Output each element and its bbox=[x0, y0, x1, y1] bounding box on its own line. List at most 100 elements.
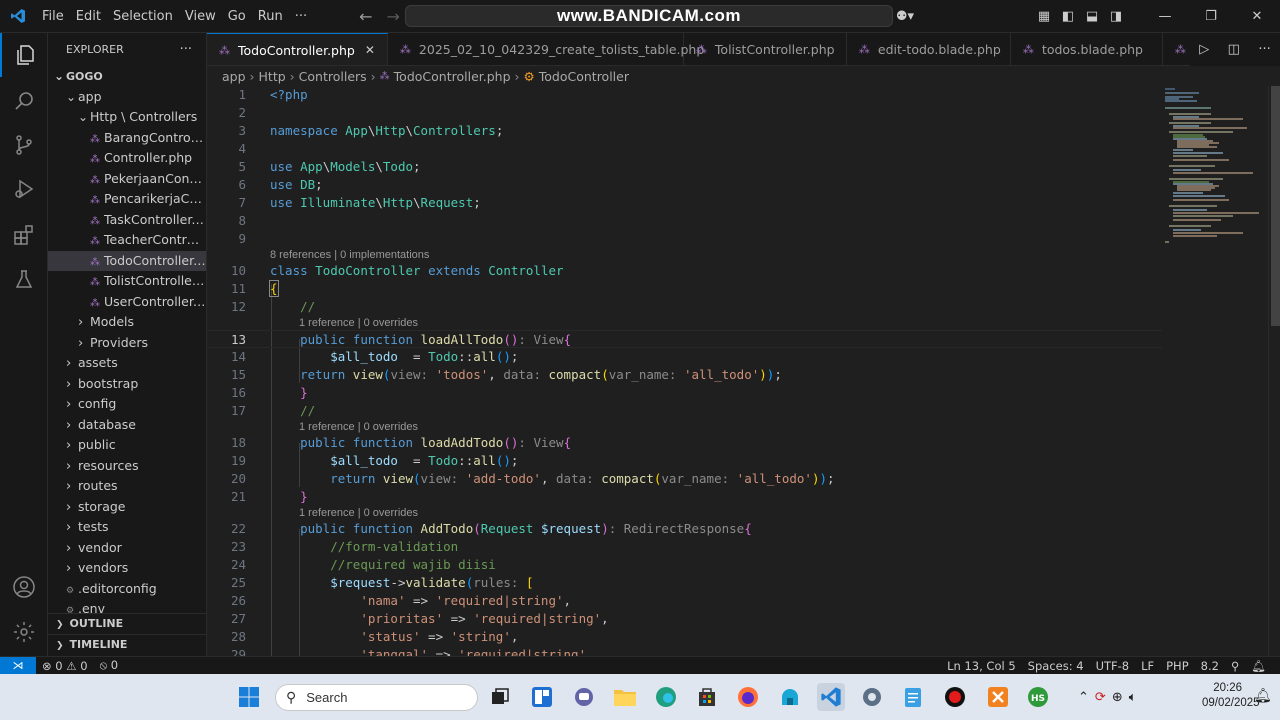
indentation[interactable]: Spaces: 4 bbox=[1022, 659, 1090, 673]
tree-folder-item[interactable]: › bootstrap bbox=[48, 374, 206, 395]
layout-customize-icon[interactable]: ▦ bbox=[1032, 9, 1056, 24]
code-editor[interactable]: 1 <?php 2 3 namespace App\Http\Controllers… bbox=[207, 86, 1280, 656]
codelens-references[interactable]: 1 reference | 0 overrides bbox=[299, 316, 418, 330]
source-control-icon[interactable] bbox=[0, 123, 48, 167]
tree-file-item[interactable]: ⁂ PencarikerjaContro... bbox=[48, 189, 206, 210]
tree-folder-item[interactable]: › vendors bbox=[48, 558, 206, 579]
more-actions-icon[interactable]: ··· bbox=[1258, 42, 1270, 57]
feedback-icon[interactable]: ⚲ bbox=[1225, 659, 1245, 673]
toggle-sidebar-icon[interactable]: ◧ bbox=[1056, 9, 1080, 24]
extensions-icon[interactable] bbox=[0, 213, 48, 257]
tray-overflow-icon[interactable]: ⌃ bbox=[1078, 690, 1089, 705]
tree-file-item[interactable]: ⁂ TodoController.php bbox=[48, 250, 206, 271]
tree-folder-item[interactable]: ⌄ GOGO bbox=[48, 66, 206, 87]
tree-folder-item[interactable]: ⌄ Http \ Controllers bbox=[48, 107, 206, 128]
tab-edit-todo-blade[interactable]: ⁂ edit-todo.blade.php bbox=[847, 33, 1011, 65]
tree-file-item[interactable]: ⁂ Controller.php bbox=[48, 148, 206, 169]
tree-folder-item[interactable]: › assets bbox=[48, 353, 206, 374]
close-window-icon[interactable]: ✕ bbox=[1234, 9, 1280, 24]
tree-config-file[interactable]: ⚙ .editorconfig bbox=[48, 579, 206, 600]
menu-run[interactable]: Run bbox=[252, 9, 289, 24]
breadcrumb-class[interactable]: TodoController bbox=[539, 69, 629, 84]
timeline-section[interactable]: ❯ TIMELINE bbox=[48, 634, 206, 654]
tree-folder-item[interactable]: ⌄ app bbox=[48, 87, 206, 108]
php-version[interactable]: 8.2 bbox=[1195, 659, 1225, 673]
close-tab-icon[interactable]: ✕ bbox=[365, 43, 375, 57]
split-editor-icon[interactable]: ◫ bbox=[1228, 42, 1240, 57]
tree-folder-item[interactable]: › routes bbox=[48, 476, 206, 497]
outline-section[interactable]: ❯ OUTLINE bbox=[48, 613, 206, 633]
microsoft-store-icon[interactable] bbox=[693, 683, 721, 711]
breadcrumb-app[interactable]: app bbox=[222, 69, 246, 84]
codelens-references[interactable]: 8 references | 0 implementations bbox=[270, 248, 429, 262]
tree-folder-item[interactable]: › resources bbox=[48, 456, 206, 477]
explorer-icon[interactable] bbox=[0, 33, 48, 77]
tree-file-item[interactable]: ⁂ UserController.php bbox=[48, 292, 206, 313]
menu-edit[interactable]: Edit bbox=[70, 9, 107, 24]
tab-create-tolists-migration[interactable]: ⁂ 2025_02_10_042329_create_tolists_table.… bbox=[388, 33, 704, 65]
task-view-icon[interactable] bbox=[486, 683, 514, 711]
minimize-icon[interactable]: — bbox=[1142, 9, 1188, 24]
menu-more[interactable]: ··· bbox=[289, 9, 313, 24]
editor-scrollbar[interactable] bbox=[1268, 86, 1280, 656]
explorer-more-icon[interactable]: ··· bbox=[180, 42, 192, 57]
teams-chat-icon[interactable] bbox=[570, 683, 598, 711]
toggle-panel-icon[interactable]: ⬓ bbox=[1080, 9, 1104, 24]
tree-file-item[interactable]: ⁂ TeacherController.... bbox=[48, 230, 206, 251]
tree-file-item[interactable]: ⁂ TaskController.php bbox=[48, 210, 206, 231]
firefox-icon[interactable] bbox=[734, 683, 762, 711]
menu-file[interactable]: File bbox=[36, 9, 70, 24]
notification-center-icon[interactable]: 🔔︎ bbox=[1254, 688, 1272, 704]
encoding[interactable]: UTF-8 bbox=[1090, 659, 1136, 673]
toggle-secondary-sidebar-icon[interactable]: ◨ bbox=[1104, 9, 1128, 24]
xampp-icon[interactable] bbox=[984, 683, 1012, 711]
tree-file-item[interactable]: ⁂ BarangController.p... bbox=[48, 128, 206, 149]
problems-status[interactable]: ⊗ 0 ⚠ 0 bbox=[36, 659, 94, 673]
search-icon[interactable] bbox=[0, 79, 48, 123]
notepad-icon[interactable] bbox=[899, 683, 927, 711]
back-arrow-icon[interactable]: ← bbox=[359, 7, 372, 26]
vscode-taskbar-icon[interactable] bbox=[817, 683, 845, 711]
tab-todos-blade[interactable]: ⁂ todos.blade.php bbox=[1011, 33, 1163, 65]
notifications-bell-icon[interactable]: 🔔︎ bbox=[1245, 659, 1272, 673]
maximize-icon[interactable]: ❐ bbox=[1188, 9, 1234, 24]
cursor-position[interactable]: Ln 13, Col 5 bbox=[941, 659, 1022, 673]
menu-selection[interactable]: Selection bbox=[107, 9, 179, 24]
breadcrumb-file[interactable]: TodoController.php bbox=[394, 69, 511, 84]
tree-folder-item[interactable]: › storage bbox=[48, 497, 206, 518]
run-debug-icon[interactable] bbox=[0, 167, 48, 211]
windows-start-icon[interactable] bbox=[235, 683, 263, 711]
tray-app-icon[interactable]: ⟳ bbox=[1095, 690, 1106, 705]
widgets-icon[interactable] bbox=[528, 683, 556, 711]
hs-app-icon[interactable]: HS bbox=[1024, 683, 1052, 711]
tree-file-item[interactable]: ⁂ TolistController.php bbox=[48, 271, 206, 292]
account-icon[interactable] bbox=[0, 565, 48, 609]
tree-folder-item[interactable]: › public bbox=[48, 435, 206, 456]
remote-indicator-icon[interactable]: ⋊ bbox=[0, 656, 36, 675]
tree-folder-item[interactable]: › database bbox=[48, 415, 206, 436]
command-center-search[interactable]: www.BANDICAM.com bbox=[405, 5, 893, 27]
volume-icon[interactable]: 🔈︎ bbox=[1129, 690, 1137, 705]
copilot-icon[interactable]: ⚉▾ bbox=[888, 9, 922, 24]
menu-view[interactable]: View bbox=[179, 9, 222, 24]
tree-folder-item[interactable]: › Providers bbox=[48, 333, 206, 354]
ports-status[interactable]: ⦸ 0 bbox=[94, 658, 124, 673]
minimap[interactable] bbox=[1163, 86, 1268, 316]
end-of-line[interactable]: LF bbox=[1135, 659, 1160, 673]
settings-gear-icon[interactable] bbox=[0, 610, 48, 654]
tree-folder-item[interactable]: › config bbox=[48, 394, 206, 415]
bandicam-record-icon[interactable] bbox=[941, 683, 969, 711]
tree-folder-item[interactable]: › Models bbox=[48, 312, 206, 333]
menu-go[interactable]: Go bbox=[222, 9, 252, 24]
scrollbar-thumb[interactable] bbox=[1271, 86, 1280, 326]
forward-arrow-icon[interactable]: → bbox=[387, 7, 400, 26]
tree-file-item[interactable]: ⁂ PekerjaanControlle... bbox=[48, 169, 206, 190]
edge-browser-icon[interactable] bbox=[652, 683, 680, 711]
codelens-references[interactable]: 1 reference | 0 overrides bbox=[299, 420, 418, 434]
breadcrumb-http[interactable]: Http bbox=[259, 69, 286, 84]
file-explorer-icon[interactable] bbox=[611, 683, 639, 711]
testing-flask-icon[interactable] bbox=[0, 258, 48, 302]
taskbar-search[interactable]: ⚲ Search bbox=[275, 684, 478, 711]
run-file-icon[interactable]: ▷ bbox=[1199, 42, 1209, 57]
breadcrumb-controllers[interactable]: Controllers bbox=[299, 69, 367, 84]
